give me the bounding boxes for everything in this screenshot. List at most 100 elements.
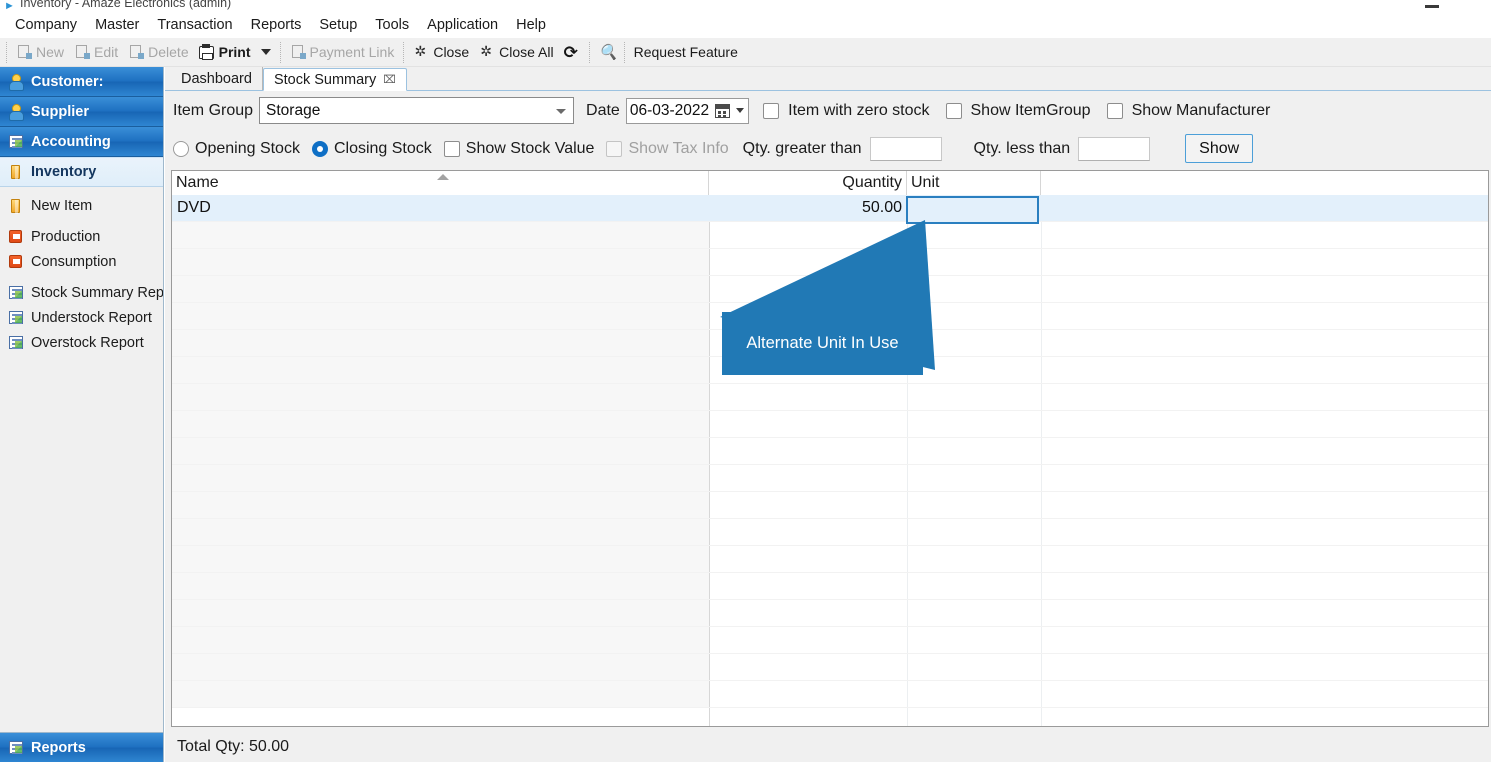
sidebar-item-customer[interactable]: Customer: [0, 67, 163, 97]
show-tax-info-label: Show Tax Info [628, 139, 729, 157]
chevron-down-icon[interactable] [736, 108, 745, 113]
edit-button[interactable]: Edit [69, 40, 123, 65]
menu-item-tools[interactable]: Tools [366, 15, 418, 35]
grid-body[interactable]: DVD 50.00 PACK [172, 195, 1488, 726]
cell-quantity [709, 681, 907, 707]
menu-item-transaction[interactable]: Transaction [148, 15, 241, 35]
show-button[interactable]: Show [1185, 134, 1254, 163]
sidebar-item-label: Production [31, 228, 101, 245]
menu-item-application[interactable]: Application [418, 15, 507, 35]
print-dropdown-button[interactable] [256, 40, 276, 65]
menu-item-setup[interactable]: Setup [310, 15, 366, 35]
show-tax-info-checkbox[interactable] [606, 140, 623, 157]
sidebar-item-label: Inventory [31, 164, 97, 180]
qty-greater-than-label: Qty. greater than [742, 139, 862, 157]
calendar-icon[interactable] [715, 103, 731, 118]
cell-quantity [709, 492, 907, 518]
sidebar-item-label: Stock Summary Report [31, 284, 163, 301]
sidebar-item-production[interactable]: Production [0, 224, 163, 249]
cell-name [172, 438, 709, 464]
tab-strip: Dashboard Stock Summary ⌧ [165, 67, 1491, 91]
show-itemgroup-checkbox[interactable] [945, 102, 962, 119]
table-row[interactable]: DVD 50.00 PACK [172, 195, 1488, 222]
cell-name [172, 303, 709, 329]
cell-name [172, 411, 709, 437]
cell-unit [907, 600, 1041, 626]
refresh-icon: ⟳ [563, 43, 578, 63]
cell-unit: PACK [912, 199, 955, 216]
column-header-quantity[interactable]: Quantity [709, 171, 907, 195]
payment-link-button[interactable]: Payment Link [285, 40, 400, 65]
cell-unit [907, 546, 1041, 572]
close-button[interactable]: ✲ Close [408, 40, 474, 65]
cell-unit [907, 303, 1041, 329]
column-header-unit[interactable]: Unit [907, 171, 1041, 195]
column-header-name[interactable]: Name [172, 171, 709, 195]
qty-greater-than-input[interactable] [869, 136, 942, 161]
grid-empty-row [172, 465, 1488, 492]
closing-stock-radio[interactable] [311, 140, 328, 157]
grid-empty-row [172, 546, 1488, 573]
cell-unit [907, 681, 1041, 707]
cell-unit [907, 654, 1041, 680]
search-button[interactable]: 🔍 [594, 40, 620, 65]
opening-stock-radio[interactable] [173, 140, 189, 157]
chevron-down-icon [556, 109, 567, 114]
sidebar-item-inventory[interactable]: Inventory [0, 157, 163, 187]
sidebar-item-new-item[interactable]: New Item [0, 193, 163, 218]
cell-unit [907, 465, 1041, 491]
date-input[interactable]: 06-03-2022 [625, 97, 750, 124]
grid-empty-row [172, 600, 1488, 627]
cell-quantity [709, 573, 907, 599]
sidebar-item-label: Accounting [31, 133, 111, 150]
close-all-button[interactable]: ✲ Close All [474, 40, 558, 65]
show-manufacturer-checkbox[interactable] [1106, 102, 1123, 119]
sidebar-item-label: New Item [31, 197, 93, 214]
payment-link-icon [290, 44, 306, 60]
request-feature-button[interactable]: Request Feature [629, 40, 743, 65]
close-icon[interactable]: ⌧ [383, 73, 396, 86]
cell-quantity [709, 384, 907, 410]
delete-icon [128, 44, 144, 60]
sidebar-item-accounting[interactable]: Accounting [0, 127, 163, 157]
grid-empty-row [172, 276, 1488, 303]
menu-item-company[interactable]: Company [6, 15, 86, 35]
qty-less-than-input[interactable] [1078, 136, 1151, 161]
minimize-button[interactable] [1425, 2, 1439, 8]
sidebar-item-overstock-report[interactable]: Overstock Report [0, 330, 163, 355]
sidebar-item-label: Consumption [31, 253, 117, 270]
refresh-button[interactable]: ⟳ [559, 40, 585, 65]
cell-quantity [709, 222, 907, 248]
print-button[interactable]: Print [194, 40, 256, 65]
item-group-select[interactable]: Storage [259, 97, 575, 124]
cell-name [172, 276, 709, 302]
sidebar-item-supplier[interactable]: Supplier [0, 97, 163, 127]
new-button[interactable]: New [11, 40, 69, 65]
menu-item-master[interactable]: Master [86, 15, 148, 35]
close-all-icon: ✲ [480, 44, 492, 60]
stock-summary-grid: Name Quantity Unit DVD 50.00 PACK [171, 170, 1489, 727]
application-window: ► Inventory - Amaze Electronics (admin) … [0, 0, 1491, 762]
menu-item-help[interactable]: Help [507, 15, 555, 35]
menu-item-reports[interactable]: Reports [242, 15, 311, 35]
toolbar-divider [623, 41, 625, 63]
filter-row-2: Opening Stock Closing Stock Show Stock V… [173, 134, 1254, 163]
sidebar-item-reports[interactable]: Reports [0, 732, 163, 762]
menu-bar: Company Master Transaction Reports Setup… [0, 12, 1491, 38]
tab-dashboard[interactable]: Dashboard [171, 67, 263, 90]
toolbar-divider [403, 41, 405, 63]
show-stock-value-checkbox[interactable] [443, 140, 460, 157]
main-content: Dashboard Stock Summary ⌧ Item Group Sto… [165, 67, 1491, 762]
cell-name [172, 222, 709, 248]
opening-stock-label: Opening Stock [195, 139, 300, 157]
cell-unit [907, 492, 1041, 518]
sidebar-item-consumption[interactable]: Consumption [0, 249, 163, 274]
sidebar-item-stock-summary-report[interactable]: Stock Summary Report [0, 280, 163, 305]
cell-unit [907, 222, 1041, 248]
cell-name: DVD [177, 199, 211, 216]
tab-stock-summary[interactable]: Stock Summary ⌧ [262, 68, 407, 91]
payment-link-label: Payment Link [309, 44, 395, 60]
sidebar-item-understock-report[interactable]: Understock Report [0, 305, 163, 330]
item-with-zero-stock-checkbox[interactable] [763, 102, 780, 119]
delete-button[interactable]: Delete [123, 40, 193, 65]
